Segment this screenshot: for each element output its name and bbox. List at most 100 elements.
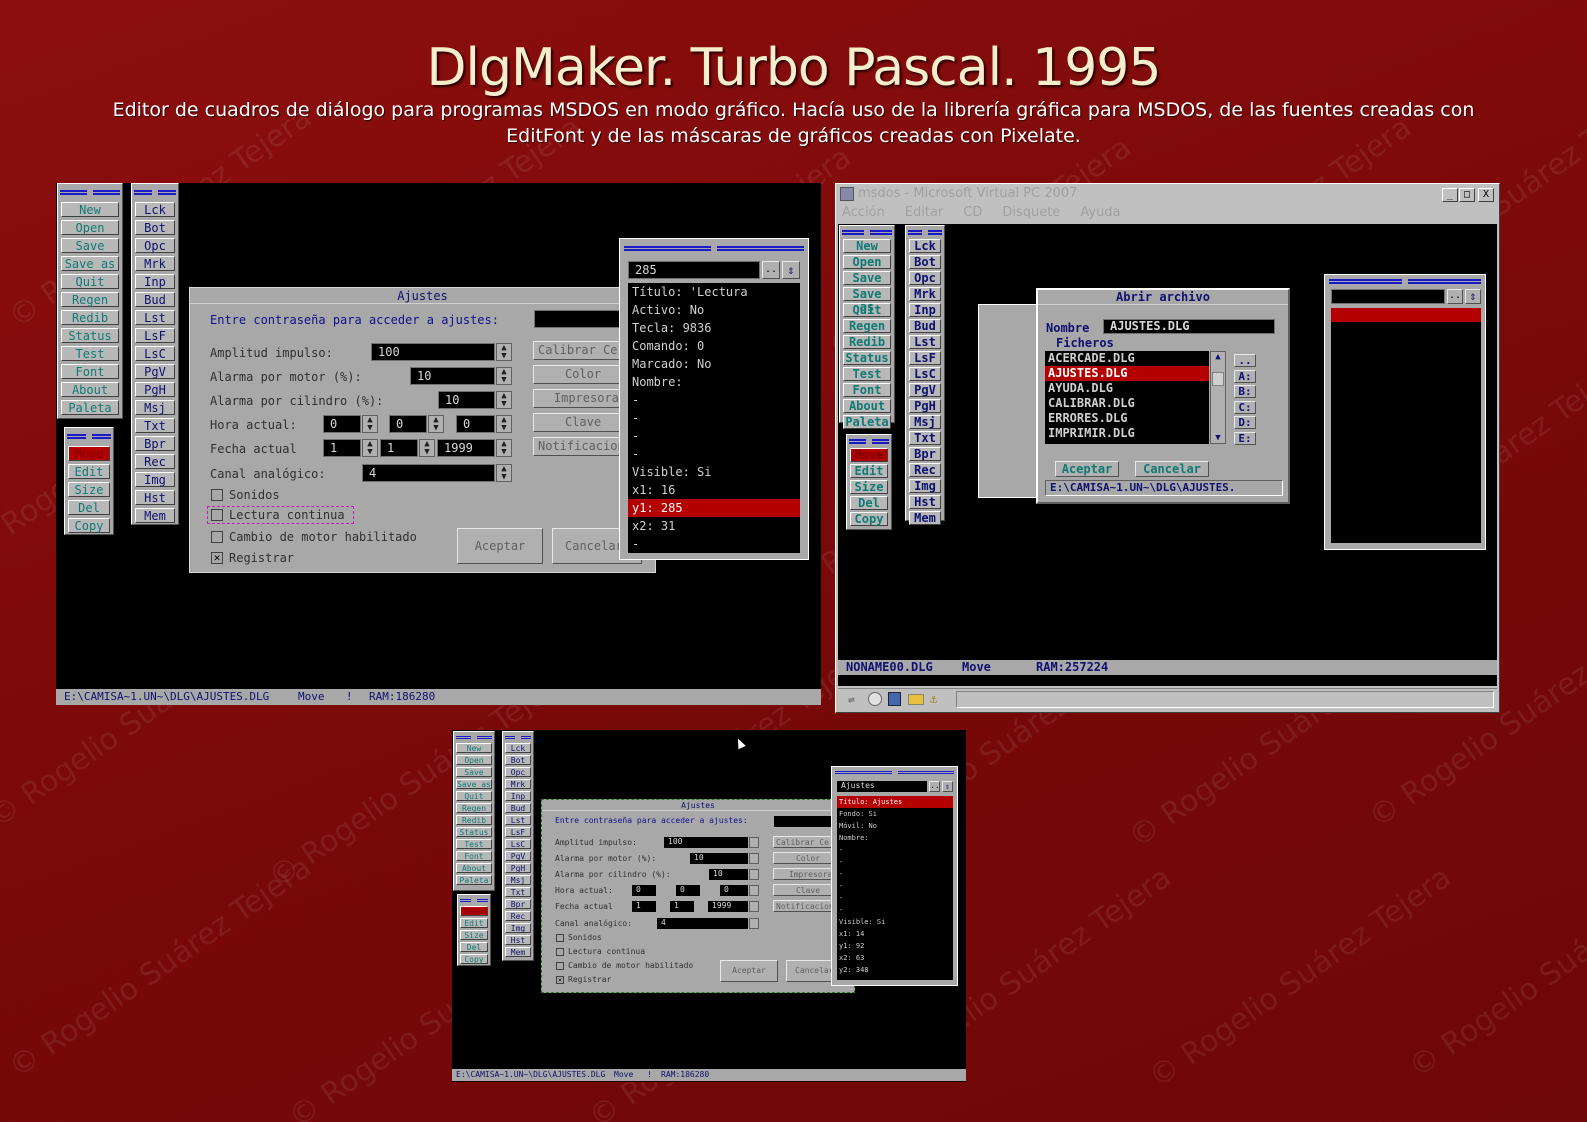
tool-pgv-button[interactable]: PgV bbox=[505, 851, 531, 861]
tool-size-button[interactable]: Size bbox=[850, 480, 888, 494]
menu-ayuda[interactable]: Ayuda bbox=[1080, 205, 1120, 220]
tool-lsc-button[interactable]: LsC bbox=[909, 367, 941, 381]
sort-arrows-icon[interactable]: ⇕ bbox=[1465, 289, 1481, 304]
file-list-item[interactable]: IMPRIMIR.DLG bbox=[1045, 426, 1209, 441]
alarma-motor-spinner[interactable]: ▲ ▼ bbox=[496, 367, 512, 385]
palette-drag-handle[interactable] bbox=[60, 185, 120, 199]
selected-property-row[interactable] bbox=[1331, 308, 1481, 322]
property-row[interactable]: Fondo: Si bbox=[837, 808, 953, 820]
tool-pgv-button[interactable]: PgV bbox=[135, 364, 175, 379]
tool-bot-button[interactable]: Bot bbox=[135, 220, 175, 235]
ajustes-dialog[interactable]: Ajustes Entre contraseña para acceder a … bbox=[541, 799, 855, 993]
file-list[interactable]: ACERCADE.DLG AJUSTES.DLG AYUDA.DLG CALIBRAR… bbox=[1045, 351, 1209, 444]
tool-quit-button[interactable]: Quit bbox=[456, 791, 492, 801]
tool-bud-button[interactable]: Bud bbox=[909, 319, 941, 333]
property-row[interactable]: - bbox=[837, 904, 953, 916]
tool-test-button[interactable]: Test bbox=[456, 839, 492, 849]
lectura-checkbox[interactable] bbox=[556, 948, 564, 956]
fecha-d-field[interactable]: 1 bbox=[632, 901, 656, 912]
property-row[interactable]: Activo: No bbox=[628, 301, 800, 319]
file-list-item[interactable]: CALIBRAR.DLG bbox=[1045, 396, 1209, 411]
tool-msj-button[interactable]: Msj bbox=[909, 415, 941, 429]
tool-opc-button[interactable]: Opc bbox=[135, 238, 175, 253]
tool-edit-button[interactable]: Edit bbox=[850, 464, 888, 478]
tool-size-button[interactable]: Size bbox=[68, 482, 110, 497]
alarma-cilindro-spinner[interactable] bbox=[749, 869, 759, 880]
tool-about-button[interactable]: About bbox=[843, 399, 891, 413]
tool-status-button[interactable]: Status bbox=[61, 328, 119, 343]
menu-cd[interactable]: CD bbox=[963, 205, 982, 220]
canal-field[interactable]: 4 bbox=[657, 918, 748, 929]
tool-regen-button[interactable]: Regen bbox=[843, 319, 891, 333]
usb-icon[interactable]: ⇌ bbox=[848, 693, 862, 706]
property-row[interactable]: - bbox=[837, 856, 953, 868]
tool-status-button[interactable]: Status bbox=[843, 351, 891, 365]
cambio-motor-checkbox[interactable] bbox=[556, 962, 564, 970]
file-list-item[interactable]: AJUSTES.DLG bbox=[1045, 366, 1209, 381]
fecha-d-field[interactable]: 1 bbox=[323, 439, 361, 457]
tool-lst-button[interactable]: Lst bbox=[135, 310, 175, 325]
minimize-button[interactable]: _ bbox=[1442, 188, 1458, 202]
tool-test-button[interactable]: Test bbox=[843, 367, 891, 381]
tool-redib-button[interactable]: Redib bbox=[61, 310, 119, 325]
tool-inp-button[interactable]: Inp bbox=[909, 303, 941, 317]
menu-disquete[interactable]: Disquete bbox=[1002, 205, 1060, 220]
tool-save-button[interactable]: Save bbox=[61, 238, 119, 253]
tool-save-as-button[interactable]: Save as bbox=[61, 256, 119, 271]
fecha-m-field[interactable]: 1 bbox=[380, 439, 418, 457]
cd-icon[interactable] bbox=[868, 692, 882, 706]
floppy-icon[interactable] bbox=[888, 692, 901, 706]
property-row[interactable]: Comando: 0 bbox=[628, 337, 800, 355]
tool-pgh-button[interactable]: PgH bbox=[135, 382, 175, 397]
alarma-motor-field[interactable]: 10 bbox=[690, 853, 748, 864]
tool-quit-button[interactable]: Quit bbox=[843, 303, 891, 317]
palette-drag-handle[interactable] bbox=[67, 429, 111, 443]
tool-lck-button[interactable]: Lck bbox=[909, 239, 941, 253]
drive-b-button[interactable]: B: bbox=[1234, 385, 1256, 398]
calibrar-button[interactable]: Calibrar Ce bbox=[533, 341, 633, 360]
drive-parent-button[interactable]: .. bbox=[1234, 354, 1256, 367]
hora-m-field[interactable]: 0 bbox=[389, 415, 427, 433]
tool-new-button[interactable]: New bbox=[843, 239, 891, 253]
tool-status-button[interactable]: Status bbox=[456, 827, 492, 837]
palette-drag-handle[interactable] bbox=[134, 185, 176, 199]
tool-lst-button[interactable]: Lst bbox=[505, 815, 531, 825]
alarma-cilindro-field[interactable]: 10 bbox=[709, 869, 748, 880]
panel-drag-handle[interactable] bbox=[1329, 277, 1481, 285]
tool-about-button[interactable]: About bbox=[456, 863, 492, 873]
property-row[interactable]: y1: 285 bbox=[628, 499, 800, 517]
hora-m-spinner[interactable]: ▲ ▼ bbox=[428, 415, 444, 433]
tool-del-button[interactable]: Del bbox=[68, 500, 110, 515]
menu-acci-n[interactable]: Acción bbox=[842, 205, 885, 220]
tool-edit-button[interactable]: Edit bbox=[68, 464, 110, 479]
close-button[interactable]: X bbox=[1478, 188, 1494, 202]
tool-lsf-button[interactable]: LsF bbox=[909, 351, 941, 365]
drive-c-button[interactable]: C: bbox=[1234, 400, 1256, 414]
property-row[interactable]: Nombre: bbox=[837, 832, 953, 844]
property-row[interactable]: Título: 'Lectura bbox=[628, 283, 800, 301]
tool-hst-button[interactable]: Hst bbox=[909, 495, 941, 509]
tool-bpr-button[interactable]: Bpr bbox=[505, 899, 531, 909]
drive-e-button[interactable]: E: bbox=[1234, 431, 1256, 445]
tool-edit-button[interactable]: Edit bbox=[460, 918, 488, 928]
property-row[interactable]: Visible: Si bbox=[628, 463, 800, 481]
tool-lsf-button[interactable]: LsF bbox=[135, 328, 175, 343]
property-row[interactable]: x2: 31 bbox=[628, 517, 800, 535]
maximize-button[interactable]: □ bbox=[1459, 188, 1475, 202]
tool-size-button[interactable]: Size bbox=[460, 930, 488, 940]
aceptar-button[interactable]: Aceptar bbox=[720, 960, 778, 982]
amplitud-spinner[interactable]: ▲ ▼ bbox=[496, 343, 512, 361]
tool-mem-button[interactable]: Mem bbox=[135, 508, 175, 523]
hora-m-field[interactable]: 0 bbox=[676, 885, 700, 896]
tool-img-button[interactable]: Img bbox=[505, 923, 531, 933]
registrar-checkbox[interactable]: ✕ bbox=[211, 552, 223, 564]
file-list-item[interactable]: ERRORES.DLG bbox=[1045, 411, 1209, 426]
file-list-item[interactable]: ACERCADE.DLG bbox=[1045, 351, 1209, 366]
network-icon[interactable]: ⚓ bbox=[930, 692, 944, 706]
tool-save-button[interactable]: Save bbox=[843, 271, 891, 285]
tool-bud-button[interactable]: Bud bbox=[505, 803, 531, 813]
tool-inp-button[interactable]: Inp bbox=[135, 274, 175, 289]
sort-arrows-icon[interactable]: ⇕ bbox=[782, 261, 800, 279]
hora-s-spinner[interactable]: ▲ ▼ bbox=[496, 415, 512, 433]
property-value-field[interactable]: Ajustes bbox=[837, 781, 927, 792]
